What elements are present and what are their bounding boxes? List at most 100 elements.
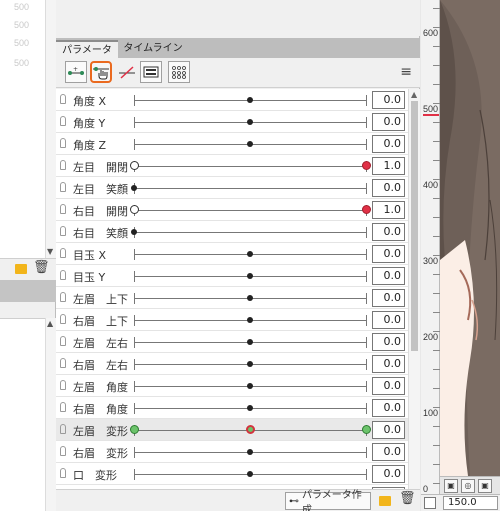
parameter-row[interactable]: 角度 X 0.0 [56, 89, 408, 111]
parameter-list-scrollbar[interactable]: ▲ [408, 89, 420, 489]
character-artwork[interactable] [440, 0, 500, 476]
parameter-row[interactable]: 目玉 Y 0.0 [56, 265, 408, 287]
lock-icon[interactable] [60, 248, 66, 258]
slider-handle[interactable] [247, 449, 253, 455]
lock-icon[interactable] [60, 358, 66, 368]
camera-icon[interactable]: ▣ [444, 479, 458, 493]
parameter-row[interactable]: 左目 笑顔 0.0 [56, 177, 408, 199]
parameter-row[interactable]: 角度 Z 0.0 [56, 133, 408, 155]
parameter-value-input[interactable]: 0.0 [372, 113, 405, 131]
lock-icon[interactable] [60, 468, 66, 478]
folder-icon[interactable] [15, 264, 27, 274]
parameter-row[interactable]: 角度 Y 0.0 [56, 111, 408, 133]
parameter-value-input[interactable]: 0.0 [372, 333, 405, 351]
parameter-value-input[interactable]: 0.0 [372, 91, 405, 109]
lock-icon[interactable] [60, 336, 66, 346]
parameter-slider-track[interactable] [134, 232, 366, 233]
keyform-point-active[interactable] [362, 205, 371, 214]
parameter-row[interactable]: 左眉 上下 0.0 [56, 287, 408, 309]
trash-icon[interactable]: 🗑 [33, 260, 50, 275]
trash-icon[interactable]: 🗑 [399, 491, 416, 506]
keyform-point-active[interactable] [362, 161, 371, 170]
keyform-view-button[interactable] [140, 61, 162, 83]
parameter-value-input[interactable]: 0.0 [372, 223, 405, 241]
slider-handle[interactable] [247, 97, 253, 103]
slider-handle[interactable] [247, 361, 253, 367]
parameter-value-input[interactable]: 0.0 [372, 443, 405, 461]
slider-handle[interactable] [247, 251, 253, 257]
left-lower-scrollbar[interactable]: ▲ [45, 318, 56, 511]
folder-icon[interactable] [379, 496, 391, 506]
parameter-value-input[interactable]: 0.0 [372, 311, 405, 329]
parameter-value-input[interactable]: 0.0 [372, 377, 405, 395]
lock-icon[interactable] [60, 226, 66, 236]
keyform-point[interactable] [130, 205, 139, 214]
chevron-up-icon[interactable]: ▲ [47, 319, 53, 328]
parameter-row[interactable]: 右眉 左右 0.0 [56, 353, 408, 375]
parameter-slider-track[interactable] [134, 188, 366, 189]
canvas-view[interactable]: 600 500 400 300 200 100 0 ▣ ◎ ▣ 150.0 [421, 0, 500, 511]
checkbox[interactable] [424, 497, 436, 509]
lock-icon[interactable] [60, 314, 66, 324]
slider-handle[interactable] [247, 141, 253, 147]
parameter-row[interactable]: 右眉 上下 0.0 [56, 309, 408, 331]
parameter-value-input[interactable]: 0.0 [372, 355, 405, 373]
slider-handle[interactable] [247, 273, 253, 279]
parameter-row[interactable]: 右目 笑顔 0.0 [56, 221, 408, 243]
keyform-point[interactable] [246, 425, 255, 434]
parameter-group-button[interactable] [168, 61, 190, 83]
parameter-row[interactable]: 目玉 X 0.0 [56, 243, 408, 265]
create-parameter-button[interactable]: ⊷ パラメータ作成 [285, 490, 371, 511]
lock-icon[interactable] [60, 94, 66, 104]
parameter-value-input[interactable]: 0.0 [372, 465, 405, 483]
parameter-value-input[interactable]: 0.0 [372, 179, 405, 197]
lock-icon[interactable] [60, 182, 66, 192]
parameter-row[interactable]: 左眉 角度 0.0 [56, 375, 408, 397]
slider-handle[interactable] [247, 339, 253, 345]
keyform-point[interactable] [130, 161, 139, 170]
slider-handle[interactable] [247, 119, 253, 125]
parameter-row[interactable]: 左眉 変形 0.0 [56, 419, 408, 441]
camera-reset-icon[interactable]: ◎ [461, 479, 475, 493]
parameter-row[interactable]: 左眉 左右 0.0 [56, 331, 408, 353]
zoom-input[interactable]: 150.0 [443, 496, 498, 510]
lock-icon[interactable] [60, 160, 66, 170]
delete-key-button[interactable] [116, 61, 138, 83]
camera-alt-icon[interactable]: ▣ [478, 479, 492, 493]
scrollbar-thumb[interactable] [411, 101, 418, 351]
tab-parameters[interactable]: パラメータ [56, 40, 118, 58]
keyform-point[interactable] [130, 425, 139, 434]
parameter-value-input[interactable]: 1.0 [372, 201, 405, 219]
slider-handle[interactable] [247, 471, 253, 477]
lock-icon[interactable] [60, 138, 66, 148]
parameter-value-input[interactable]: 0.0 [372, 245, 405, 263]
lock-icon[interactable] [60, 380, 66, 390]
chevron-down-icon[interactable]: ▼ [47, 247, 53, 256]
lock-icon[interactable] [60, 204, 66, 214]
parameter-slider-track[interactable] [134, 210, 366, 211]
parameter-row[interactable]: 右目 開閉 1.0 [56, 199, 408, 221]
slider-handle[interactable] [247, 317, 253, 323]
parameter-value-input[interactable]: 0.0 [372, 421, 405, 439]
lock-icon[interactable] [60, 292, 66, 302]
parameter-value-input[interactable]: 1.0 [372, 157, 405, 175]
parameter-value-input[interactable]: 0.0 [372, 289, 405, 307]
slider-handle[interactable] [131, 185, 137, 191]
link-keys-button[interactable]: + [65, 61, 87, 83]
lock-icon[interactable] [60, 270, 66, 280]
slider-handle[interactable] [247, 295, 253, 301]
parameter-slider-track[interactable] [134, 166, 366, 167]
keyform-point[interactable] [362, 425, 371, 434]
parameter-value-input[interactable]: 0.0 [372, 399, 405, 417]
lock-icon[interactable] [60, 402, 66, 412]
lock-icon[interactable] [60, 446, 66, 456]
slider-handle[interactable] [247, 383, 253, 389]
add-key-button[interactable] [90, 61, 112, 83]
parameter-row[interactable]: 右眉 変形 0.0 [56, 441, 408, 463]
left-scrollbar[interactable]: ▼ [45, 0, 56, 258]
parameter-value-input[interactable]: 0.0 [372, 267, 405, 285]
tab-timeline[interactable]: タイムライン [120, 40, 186, 58]
lock-icon[interactable] [60, 424, 66, 434]
slider-handle[interactable] [131, 229, 137, 235]
lock-icon[interactable] [60, 116, 66, 126]
